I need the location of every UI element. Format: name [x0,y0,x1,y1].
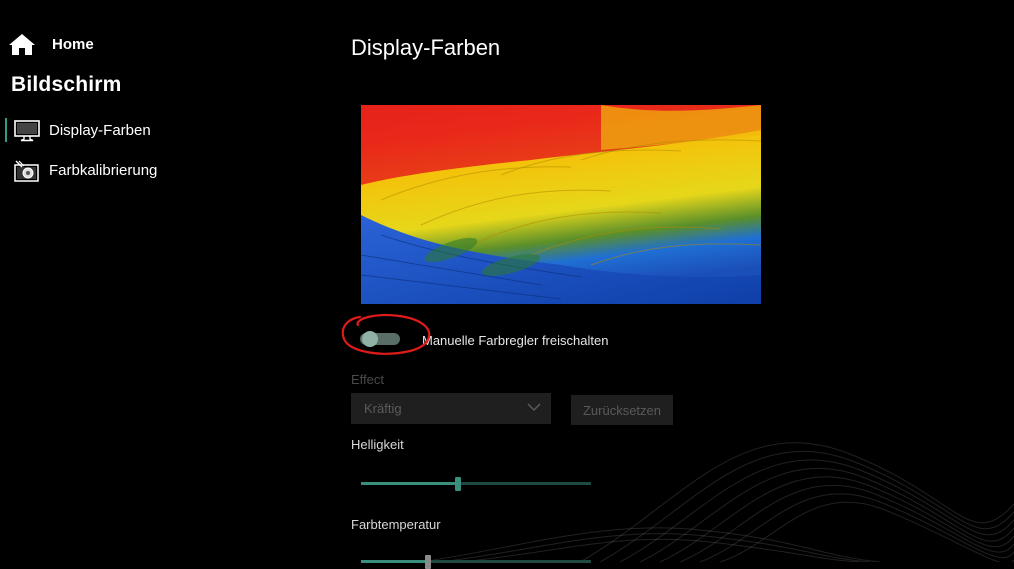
monitor-icon [14,120,40,142]
sidebar-item-label: Display-Farben [49,121,151,139]
effect-selected-value: Kräftig [364,401,402,416]
sidebar-item-farbkalibrierung[interactable]: Farbkalibrierung [0,155,260,185]
chevron-down-icon [527,403,541,412]
sidebar-section-title: Bildschirm [11,73,122,96]
slider-thumb[interactable] [455,477,461,491]
effect-dropdown[interactable]: Kräftig [351,393,551,424]
reset-button[interactable]: Zurücksetzen [571,395,673,425]
color-temperature-label: Farbtemperatur [351,517,441,532]
color-calibration-icon [14,160,39,182]
color-temperature-slider[interactable] [361,555,591,569]
parrot-feathers-image [361,105,761,304]
sidebar-item-display-farben[interactable]: Display-Farben [0,115,260,145]
sidebar-item-label: Farbkalibrierung [49,161,158,179]
brightness-label: Helligkeit [351,437,404,452]
slider-thumb[interactable] [425,555,431,569]
brightness-slider[interactable] [361,477,591,491]
selected-indicator [5,118,7,142]
red-circle-annotation [341,314,431,355]
home-icon [9,34,35,55]
slider-fill [361,482,458,485]
home-label: Home [52,35,94,53]
page-title: Display-Farben [351,35,501,60]
manual-color-toggle-label: Manuelle Farbregler freischalten [422,333,609,348]
home-nav-button[interactable]: Home [8,32,94,56]
effect-label: Effect [351,372,385,387]
